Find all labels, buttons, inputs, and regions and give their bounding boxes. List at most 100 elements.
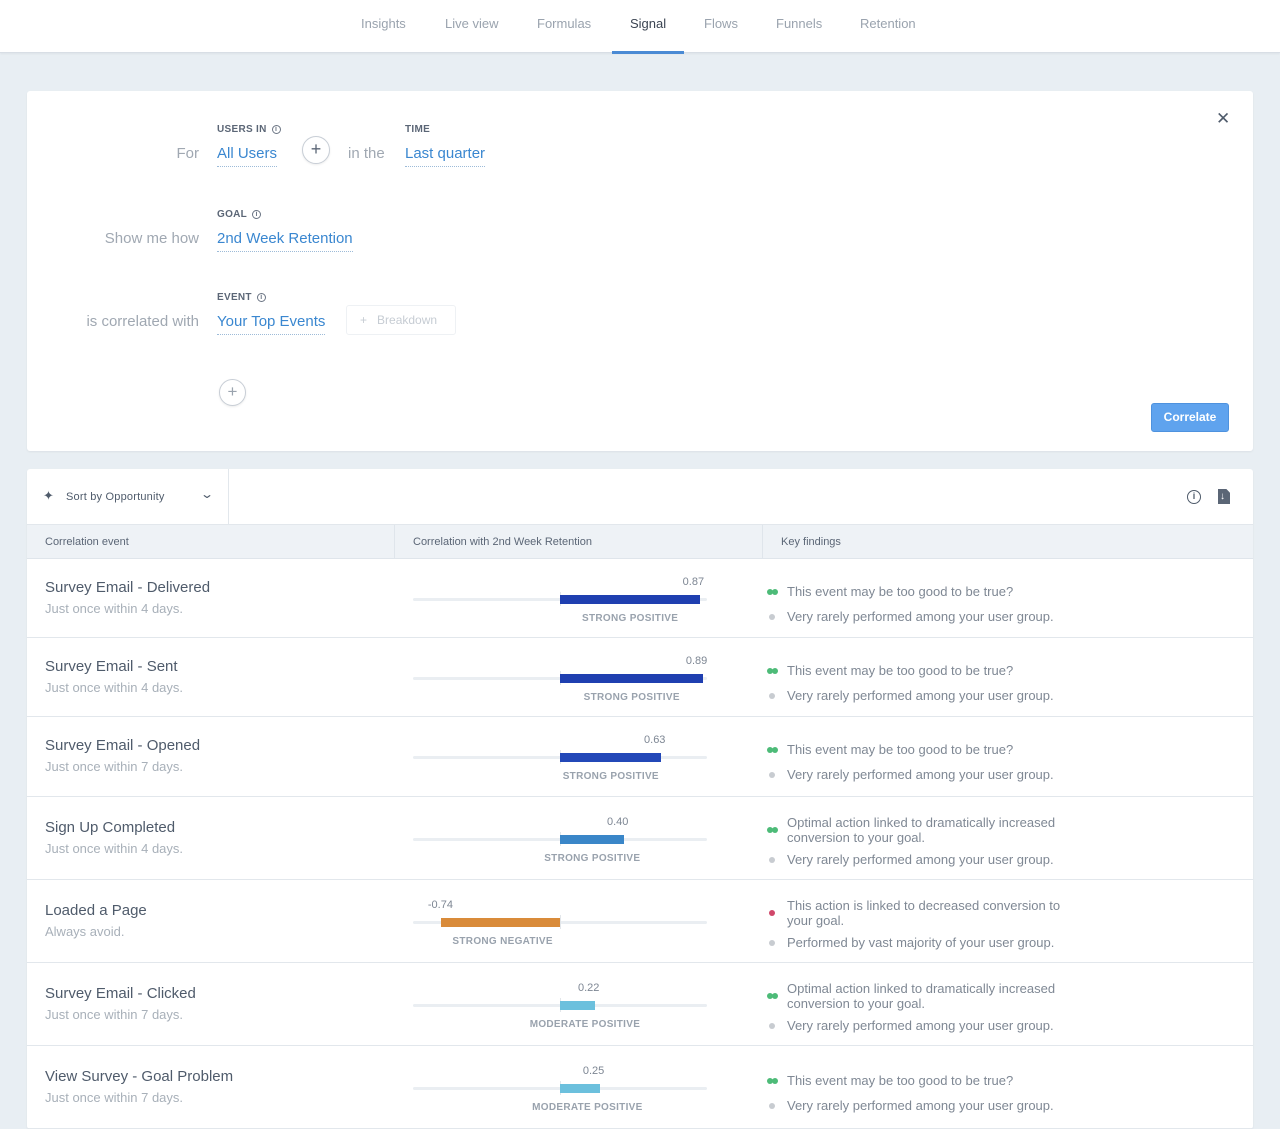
finding-text: This event may be too good to be true? bbox=[787, 662, 1014, 678]
finding-secondary: Very rarely performed among your user gr… bbox=[769, 1017, 1087, 1033]
tab-formulas[interactable]: Formulas bbox=[537, 0, 591, 53]
correlated-with-label: is correlated with bbox=[86, 313, 199, 330]
goal-select[interactable]: 2nd Week Retention bbox=[217, 230, 353, 252]
tab-retention[interactable]: Retention bbox=[860, 0, 916, 53]
finding-secondary: Very rarely performed among your user gr… bbox=[769, 608, 1087, 624]
finding-secondary: Very rarely performed among your user gr… bbox=[769, 767, 1087, 782]
correlation-bar: 0.63 STRONG POSITIVE bbox=[413, 717, 707, 797]
finding-text: Performed by vast majority of your user … bbox=[787, 934, 1055, 950]
event-description: Just once within 4 days. bbox=[45, 840, 184, 856]
table-row[interactable]: Survey Email - Sent Just once within 4 da… bbox=[27, 638, 1253, 717]
column-header-correlation: Correlation with 2nd Week Retention bbox=[395, 525, 763, 559]
finding-secondary: Very rarely performed among your user gr… bbox=[769, 1097, 1087, 1113]
finding-secondary: Very rarely performed among your user gr… bbox=[769, 687, 1087, 703]
correlation-bar: 0.40 STRONG POSITIVE bbox=[413, 797, 707, 880]
finding-indicator-icon bbox=[769, 613, 775, 620]
event-caption-text: EVENT bbox=[217, 292, 252, 303]
finding-text: Very rarely performed among your user gr… bbox=[787, 767, 1054, 782]
correlate-button[interactable]: Correlate bbox=[1151, 403, 1229, 432]
info-icon[interactable]: i bbox=[252, 210, 262, 219]
tab-flows[interactable]: Flows bbox=[704, 0, 738, 53]
event-description: Just once within 7 days. bbox=[45, 1006, 184, 1022]
event-name: Loaded a Page bbox=[45, 901, 147, 919]
users-in-select[interactable]: All Users bbox=[217, 145, 278, 167]
info-icon[interactable]: i bbox=[256, 293, 266, 302]
tab-live-view[interactable]: Live view bbox=[445, 0, 498, 53]
tab-insights[interactable]: Insights bbox=[361, 0, 406, 53]
correlation-strength: STRONG NEGATIVE bbox=[452, 935, 553, 947]
finding-primary: This event may be too good to be true? bbox=[767, 1073, 1087, 1088]
event-description: Just once within 4 days. bbox=[45, 679, 184, 695]
correlation-strength: MODERATE POSITIVE bbox=[529, 1018, 641, 1030]
add-filter-button[interactable]: + bbox=[302, 136, 330, 164]
finding-indicator-icon bbox=[772, 747, 778, 753]
event-description: Just once within 4 days. bbox=[45, 600, 184, 616]
bar-fill bbox=[560, 1000, 596, 1010]
correlation-bar: 0.22 MODERATE POSITIVE bbox=[413, 963, 707, 1046]
finding-text: This event may be too good to be true? bbox=[787, 583, 1014, 599]
goal-caption: GOAL i bbox=[217, 209, 262, 220]
finding-indicator-icon bbox=[772, 992, 778, 999]
table-row[interactable]: Survey Email - Clicked Just once within 7… bbox=[27, 963, 1253, 1046]
correlation-bar: 0.25 MODERATE POSITIVE bbox=[413, 1046, 707, 1129]
correlation-value: 0.25 bbox=[582, 1064, 605, 1077]
users-in-caption-text: USERS IN bbox=[217, 124, 267, 135]
correlation-value: 0.22 bbox=[578, 981, 600, 994]
finding-primary: This event may be too good to be true? bbox=[767, 662, 1087, 678]
plus-icon: + bbox=[310, 139, 322, 159]
finding-primary: This action is linked to decreased conve… bbox=[769, 897, 1087, 928]
finding-text: Very rarely performed among your user gr… bbox=[787, 1017, 1054, 1033]
finding-text: Very rarely performed among your user gr… bbox=[787, 608, 1054, 624]
add-step-button[interactable]: + bbox=[219, 379, 246, 406]
table-row[interactable]: Loaded a Page Always avoid. -0.74 STRONG NE… bbox=[27, 880, 1253, 963]
plus-icon: + bbox=[360, 313, 368, 327]
time-select[interactable]: Last quarter bbox=[405, 145, 486, 167]
table-header: Correlation event Correlation with 2nd W… bbox=[27, 525, 1253, 559]
event-select[interactable]: Your Top Events bbox=[217, 313, 326, 335]
close-icon[interactable]: ✕ bbox=[1216, 109, 1230, 129]
finding-indicator-icon bbox=[772, 667, 778, 674]
event-name: View Survey - Goal Problem bbox=[45, 1067, 234, 1085]
info-icon[interactable]: i bbox=[271, 125, 281, 134]
time-caption: TIME bbox=[405, 124, 430, 135]
finding-indicator-icon bbox=[769, 939, 775, 946]
correlation-strength: STRONG POSITIVE bbox=[583, 691, 680, 703]
correlation-value: 0.87 bbox=[682, 575, 705, 588]
correlation-strength: STRONG POSITIVE bbox=[582, 612, 679, 624]
event-name: Survey Email - Opened bbox=[45, 737, 201, 754]
tab-funnels[interactable]: Funnels bbox=[776, 0, 822, 53]
event-name: Sign Up Completed bbox=[45, 818, 176, 836]
top-nav: Insights Live view Formulas Signal Flows… bbox=[0, 0, 1280, 54]
event-description: Just once within 7 days. bbox=[45, 759, 184, 774]
tab-signal[interactable]: Signal bbox=[611, 0, 685, 54]
finding-text: Very rarely performed among your user gr… bbox=[787, 1097, 1054, 1113]
bar-fill bbox=[440, 917, 560, 927]
chevron-down-icon: ⌄ bbox=[199, 487, 215, 501]
finding-indicator-icon bbox=[769, 772, 775, 778]
breakdown-button[interactable]: + Breakdown bbox=[346, 305, 456, 335]
export-file-icon[interactable] bbox=[1218, 489, 1230, 504]
finding-indicator-icon bbox=[769, 1022, 775, 1029]
info-icon[interactable]: i bbox=[1187, 490, 1201, 504]
sort-dropdown[interactable]: ✦ Sort by Opportunity ⌄ bbox=[27, 469, 229, 525]
correlation-bar: 0.87 STRONG POSITIVE bbox=[413, 559, 707, 638]
finding-indicator-icon bbox=[769, 856, 775, 863]
table-row[interactable]: Survey Email - Delivered Just once within… bbox=[27, 559, 1253, 638]
table-row[interactable]: Survey Email - Opened Just once within 7 … bbox=[27, 717, 1253, 797]
finding-text: Very rarely performed among your user gr… bbox=[787, 687, 1054, 703]
correlation-value: 0.40 bbox=[606, 815, 629, 828]
finding-indicator-icon bbox=[772, 588, 778, 595]
column-header-findings: Key findings bbox=[781, 536, 841, 548]
finding-text: This action is linked to decreased conve… bbox=[787, 897, 1061, 928]
finding-indicator-icon bbox=[769, 692, 775, 699]
finding-secondary: Performed by vast majority of your user … bbox=[769, 934, 1087, 950]
finding-indicator-icon bbox=[772, 1077, 778, 1084]
correlation-strength: STRONG POSITIVE bbox=[544, 852, 641, 864]
bar-zero-line bbox=[560, 914, 561, 929]
show-me-how-label: Show me how bbox=[104, 230, 199, 247]
table-row[interactable]: Sign Up Completed Just once within 4 days… bbox=[27, 797, 1253, 880]
bar-fill bbox=[560, 834, 625, 844]
bar-fill bbox=[560, 673, 704, 683]
time-caption-text: TIME bbox=[405, 124, 431, 135]
table-row[interactable]: View Survey - Goal Problem Just once with… bbox=[27, 1046, 1253, 1129]
